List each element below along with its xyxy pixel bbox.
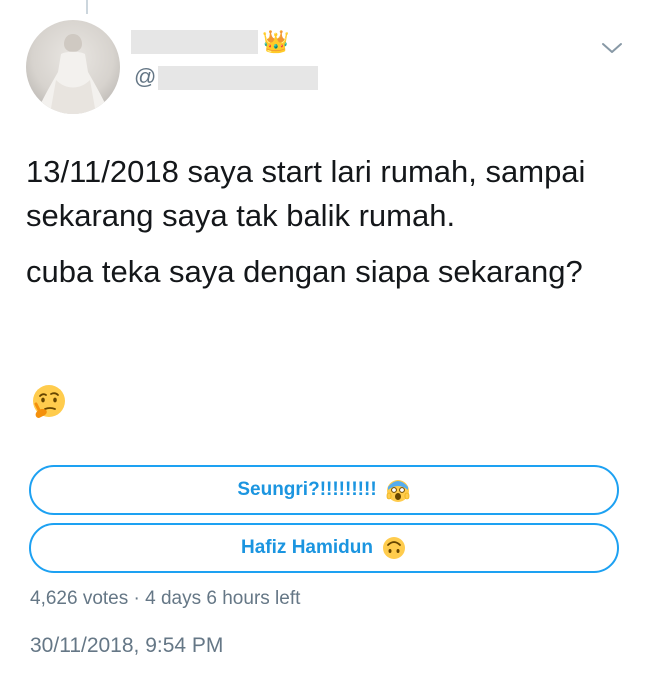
tweet-paragraph: 13/11/2018 saya start lari rumah, sampai… — [26, 154, 586, 233]
handle-at-sign: @ — [134, 64, 157, 89]
poll-meta: 4,626 votes · 4 days 6 hours left — [30, 588, 300, 610]
poll-option-seungri[interactable]: Seungri?!!!!!!!!! — [29, 465, 619, 515]
poll-option-hafiz-hamidun[interactable]: Hafiz Hamidun — [29, 523, 619, 573]
tweet-text: 13/11/2018 saya start lari rumah, sampai… — [26, 150, 626, 294]
tweet-timestamp[interactable]: 30/11/2018, 9:54 PM — [30, 634, 223, 658]
poll-vote-count: 4,626 votes — [30, 588, 129, 609]
crown-emoji: 👑 — [262, 29, 290, 54]
redacted-display-name — [131, 30, 258, 54]
chevron-down-icon[interactable] — [600, 40, 624, 56]
redacted-handle — [158, 66, 318, 90]
thinking-face-icon — [33, 385, 65, 418]
avatar-image — [36, 34, 110, 114]
poll-meta-separator: · — [133, 588, 140, 609]
screaming-face-icon — [386, 480, 409, 502]
poll-option-label: Seungri?!!!!!!!!! — [237, 479, 377, 500]
poll-time-left: 4 days 6 hours left — [145, 588, 301, 609]
upside-down-face-icon — [382, 537, 405, 559]
poll-option-label: Hafiz Hamidun — [241, 537, 373, 558]
thread-connector-line — [86, 0, 88, 14]
tweet-paragraph: cuba teka saya dengan siapa sekarang? — [26, 254, 583, 289]
avatar[interactable] — [26, 20, 120, 114]
